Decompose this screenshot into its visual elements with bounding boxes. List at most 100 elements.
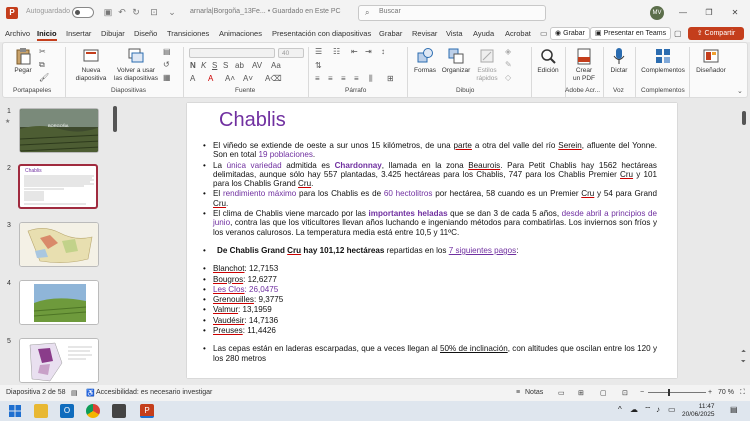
notifications-icon[interactable]: ▤	[730, 405, 738, 414]
designer-button[interactable]: Diseñador	[693, 47, 729, 75]
bullets-icon[interactable]: ☰	[315, 47, 322, 56]
accessibility-icon[interactable]: ♿	[86, 389, 95, 397]
slide-thumbnail-5[interactable]	[19, 338, 99, 383]
strikethrough-icon[interactable]: ab	[235, 61, 244, 70]
new-slide-button[interactable]: Nueva diapositiva	[73, 47, 109, 83]
scrollbar-thumb[interactable]	[742, 111, 746, 125]
thumbnails-scrollbar[interactable]	[113, 102, 118, 382]
reading-view-icon[interactable]: ▢	[600, 389, 607, 397]
app-icon[interactable]	[112, 404, 126, 418]
quick-styles-button[interactable]: Estilos rápidos	[473, 47, 501, 83]
underline-icon[interactable]: S	[212, 61, 217, 70]
save-icon[interactable]: ▣	[102, 6, 114, 18]
notes-button[interactable]: Notas	[525, 389, 543, 396]
slide-thumbnail-3[interactable]	[19, 222, 99, 267]
font-color-icon[interactable]: A	[208, 74, 213, 83]
shape-fill-icon[interactable]: ◈	[505, 47, 511, 56]
collapse-ribbon-icon[interactable]: ⌄	[737, 87, 743, 95]
increase-indent-icon[interactable]: ⇥	[365, 47, 372, 56]
slide-canvas[interactable]: Chablis El viñedo se extiende de oeste a…	[187, 103, 677, 378]
reuse-slides-button[interactable]: Volver a usar las diapositivas	[113, 47, 159, 83]
format-painter-icon[interactable]: 🖌	[39, 73, 49, 82]
text-direction-icon[interactable]: ⇅	[315, 61, 322, 70]
slideshow-icon[interactable]: ⊡	[622, 389, 628, 397]
zoom-slider[interactable]	[648, 392, 706, 393]
close-icon[interactable]: ✕	[728, 6, 742, 20]
autosave-toggle[interactable]	[72, 7, 94, 18]
tab-vista[interactable]: Vista	[446, 29, 463, 38]
addins-button[interactable]: Complementos	[639, 47, 687, 75]
customize-toolbar-icon[interactable]: ⌄	[166, 6, 178, 18]
tray-chevron-icon[interactable]: ^	[618, 405, 622, 414]
accessibility-status[interactable]: Accesibilidad: es necesario investigar	[96, 389, 212, 396]
slide-scrollbar[interactable]: ⏶ ⏷	[741, 103, 749, 373]
create-pdf-button[interactable]: Crear un PDF	[569, 47, 599, 83]
shrink-font-icon[interactable]: A˅	[243, 74, 253, 83]
clear-formatting-icon[interactable]: A⌫	[265, 74, 282, 83]
undo-icon[interactable]: ↶	[116, 6, 128, 18]
layout-icon[interactable]: ▤	[163, 47, 171, 56]
redo-icon[interactable]: ↻	[130, 6, 142, 18]
editing-button[interactable]: Edición	[535, 47, 561, 75]
tab-dibujar[interactable]: Dibujar	[101, 29, 125, 38]
align-center-icon[interactable]: ≡	[328, 74, 333, 83]
align-right-icon[interactable]: ≡	[341, 74, 346, 83]
chrome-icon[interactable]	[86, 404, 100, 418]
zoom-slider-handle[interactable]	[668, 389, 670, 396]
tab-transiciones[interactable]: Transiciones	[167, 29, 209, 38]
windows-start-icon[interactable]	[8, 404, 22, 418]
slide-title[interactable]: Chablis	[219, 109, 286, 132]
zoom-out-icon[interactable]: −	[640, 389, 644, 396]
copy-icon[interactable]: ⧉	[39, 60, 45, 70]
reset-icon[interactable]: ↺	[163, 60, 170, 69]
cut-icon[interactable]: ✂	[39, 47, 46, 56]
tab-grabar[interactable]: Grabar	[379, 29, 402, 38]
slide-body[interactable]: El viñedo se extiende de oeste a sur uno…	[203, 141, 657, 364]
tab-revisar[interactable]: Revisar	[412, 29, 437, 38]
align-left-icon[interactable]: ≡	[315, 74, 320, 83]
tab-presentacion[interactable]: Presentación con diapositivas	[272, 29, 371, 38]
file-explorer-icon[interactable]	[34, 404, 48, 418]
shadow-icon[interactable]: S	[223, 61, 228, 70]
slide-sorter-icon[interactable]: ⊞	[578, 389, 584, 397]
shapes-button[interactable]: Formas	[411, 47, 439, 75]
notes-icon[interactable]: ≡	[516, 389, 520, 396]
scrollbar-thumb[interactable]	[113, 106, 117, 132]
onedrive-icon[interactable]: ☁	[630, 405, 638, 414]
justify-icon[interactable]: ≡	[354, 74, 359, 83]
restore-icon[interactable]: ❐	[702, 6, 716, 20]
avatar[interactable]: MV	[650, 6, 664, 20]
slide-thumbnail-1[interactable]: BORGOÑA	[19, 108, 99, 153]
zoom-level[interactable]: 70 %	[718, 389, 734, 396]
paste-button[interactable]: Pegar	[11, 47, 35, 75]
record-button[interactable]: ◉ Grabar	[550, 27, 590, 40]
line-spacing-icon[interactable]: ↕	[381, 47, 385, 56]
tab-acrobat[interactable]: Acrobat	[505, 29, 531, 38]
next-slide-icon[interactable]: ⏷	[741, 359, 746, 366]
char-spacing-icon[interactable]: AV	[252, 61, 262, 70]
italic-icon[interactable]: K	[201, 61, 206, 70]
columns-icon[interactable]: ⫼	[369, 74, 373, 84]
fit-slide-icon[interactable]: ⛶	[740, 389, 745, 397]
numbering-icon[interactable]: ☷	[333, 47, 340, 56]
powerpoint-taskbar-icon[interactable]: P	[140, 404, 154, 418]
tab-animaciones[interactable]: Animaciones	[219, 29, 262, 38]
slide-thumbnail-4[interactable]	[19, 280, 99, 325]
tab-inicio[interactable]: Inicio	[37, 29, 57, 41]
comment-icon[interactable]: ▢	[674, 29, 682, 38]
minimize-icon[interactable]: —	[676, 6, 690, 20]
outlook-icon[interactable]: O	[60, 404, 74, 418]
taskbar-clock[interactable]: 11:47 20/06/2025	[682, 403, 715, 419]
comments-icon[interactable]: ▭	[540, 29, 548, 38]
bold-icon[interactable]: N	[190, 61, 196, 70]
tab-insertar[interactable]: Insertar	[66, 29, 91, 38]
change-case-icon[interactable]: Aa	[271, 61, 281, 70]
zoom-in-icon[interactable]: +	[708, 389, 712, 396]
search-box[interactable]: ⌕	[358, 5, 546, 21]
section-icon[interactable]: ▦	[163, 73, 171, 82]
decrease-indent-icon[interactable]: ⇤	[351, 47, 358, 56]
font-family-dropdown[interactable]	[189, 48, 275, 58]
text-highlight-icon[interactable]: A	[190, 74, 195, 83]
slide-thumbnail-2[interactable]: Chablis	[18, 164, 98, 209]
present-from-start-icon[interactable]: ⊡	[148, 6, 160, 18]
